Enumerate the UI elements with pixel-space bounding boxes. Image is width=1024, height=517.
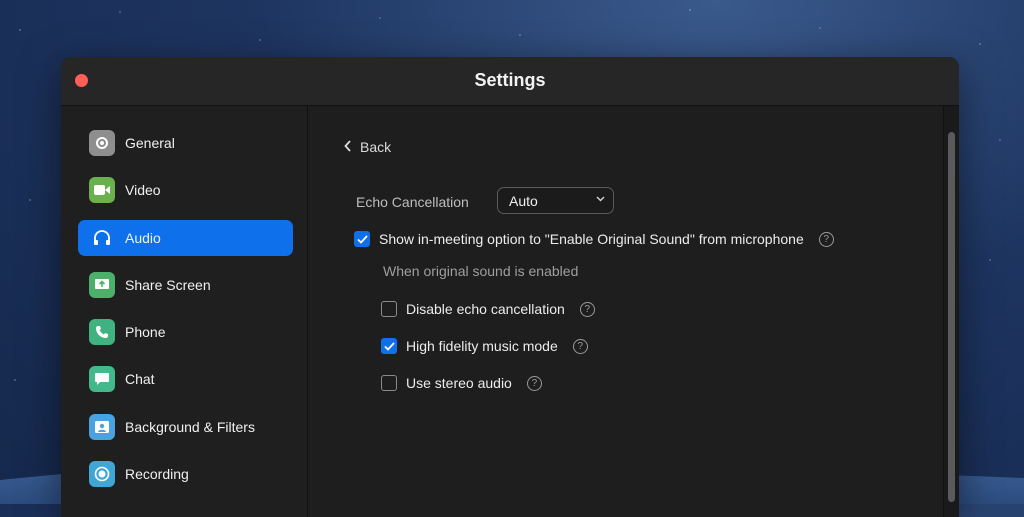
chevron-left-icon xyxy=(344,139,352,155)
high-fidelity-checkbox[interactable] xyxy=(381,338,397,354)
chat-icon xyxy=(89,366,115,392)
original-sound-subheading: When original sound is enabled xyxy=(383,263,579,279)
video-camera-icon xyxy=(89,177,115,203)
sidebar-item-background-filters[interactable]: Background & Filters xyxy=(78,409,293,445)
gear-icon xyxy=(89,130,115,156)
sidebar-item-general[interactable]: General xyxy=(78,125,293,161)
echo-cancellation-label: Echo Cancellation xyxy=(356,194,469,210)
sidebar-item-phone[interactable]: Phone xyxy=(78,314,293,350)
high-fidelity-row: High fidelity music mode ? xyxy=(381,338,588,354)
back-button[interactable]: Back xyxy=(344,139,391,155)
disable-echo-row: Disable echo cancellation ? xyxy=(381,301,595,317)
headphones-icon xyxy=(89,225,115,251)
echo-cancellation-value: Auto xyxy=(509,192,538,209)
sidebar-item-label: General xyxy=(125,135,175,151)
settings-window: Settings General Video Audio Share Scree… xyxy=(61,57,959,517)
sidebar-item-label: Share Screen xyxy=(125,277,211,293)
sidebar-item-label: Phone xyxy=(125,324,166,340)
audio-settings-panel: Back Echo Cancellation Auto Show in-meet… xyxy=(308,106,959,517)
sidebar-item-chat[interactable]: Chat xyxy=(78,361,293,397)
sidebar-item-label: Chat xyxy=(125,371,155,387)
back-label: Back xyxy=(360,139,392,155)
disable-echo-label: Disable echo cancellation xyxy=(406,301,565,317)
sidebar-item-recording[interactable]: Recording xyxy=(78,456,293,492)
sidebar: General Video Audio Share Screen Phone C… xyxy=(61,106,308,517)
original-sound-option-label: Show in-meeting option to "Enable Origin… xyxy=(379,231,804,247)
original-sound-option-row: Show in-meeting option to "Enable Origin… xyxy=(354,231,834,247)
disable-echo-checkbox[interactable] xyxy=(381,301,397,317)
share-screen-icon xyxy=(89,272,115,298)
stereo-audio-checkbox[interactable] xyxy=(381,375,397,391)
sidebar-item-label: Background & Filters xyxy=(125,419,255,435)
echo-cancellation-select[interactable]: Auto xyxy=(497,187,614,214)
original-sound-checkbox[interactable] xyxy=(354,231,370,247)
high-fidelity-label: High fidelity music mode xyxy=(406,338,558,354)
sidebar-item-video[interactable]: Video xyxy=(78,172,293,208)
help-icon[interactable]: ? xyxy=(818,231,834,247)
sidebar-item-share-screen[interactable]: Share Screen xyxy=(78,267,293,303)
sidebar-item-label: Audio xyxy=(125,230,161,246)
help-icon[interactable]: ? xyxy=(579,301,595,317)
help-icon[interactable]: ? xyxy=(526,375,542,391)
title-bar: Settings xyxy=(61,57,959,106)
scrollbar[interactable] xyxy=(943,106,959,517)
stereo-audio-row: Use stereo audio ? xyxy=(381,375,542,391)
help-icon[interactable]: ? xyxy=(572,338,588,354)
phone-icon xyxy=(89,319,115,345)
sidebar-item-label: Recording xyxy=(125,466,189,482)
sidebar-item-label: Video xyxy=(125,182,161,198)
chevron-down-icon xyxy=(596,193,605,205)
stereo-audio-label: Use stereo audio xyxy=(406,375,512,391)
background-icon xyxy=(89,414,115,440)
window-title: Settings xyxy=(474,70,546,90)
sidebar-item-audio[interactable]: Audio xyxy=(78,220,293,256)
scrollbar-thumb[interactable] xyxy=(948,132,955,502)
record-icon xyxy=(89,461,115,487)
